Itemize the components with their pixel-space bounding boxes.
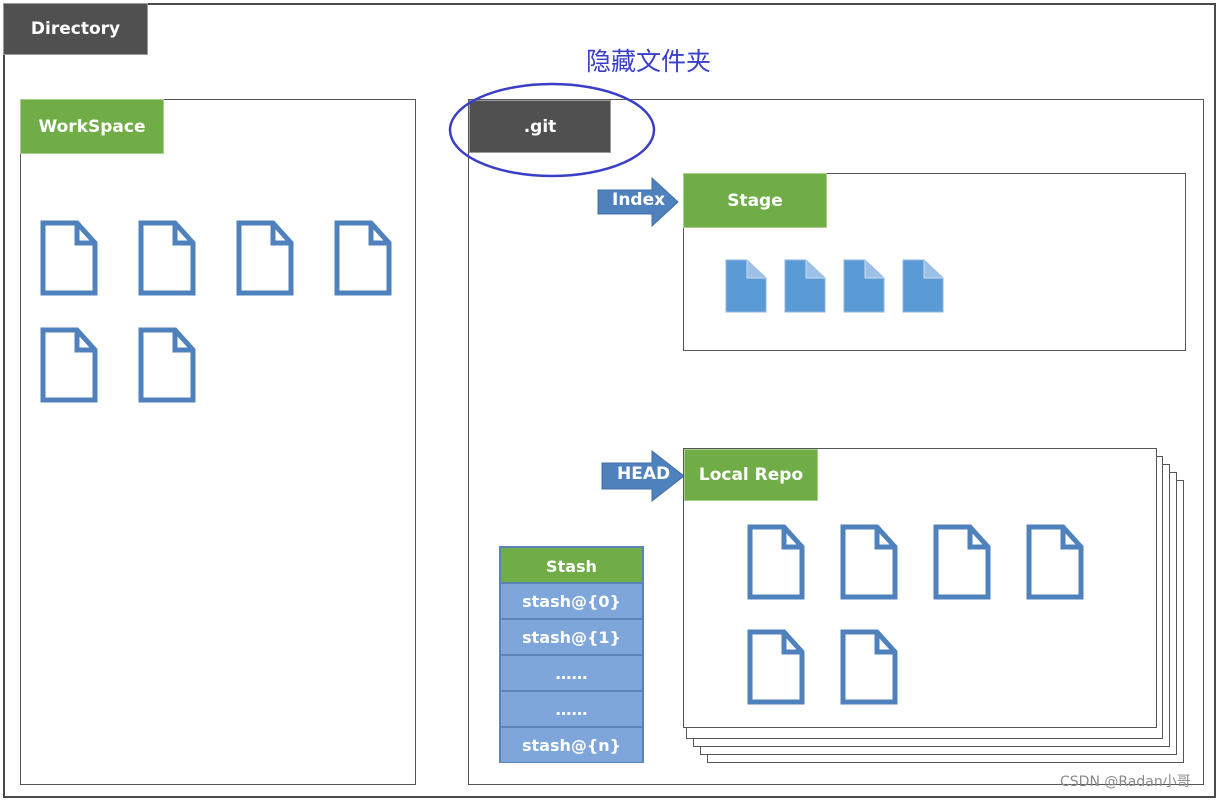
file-icon [334, 220, 392, 296]
file-icon [747, 629, 805, 705]
file-icon [840, 629, 898, 705]
stash-entry-label: stash@{0} [522, 591, 621, 611]
stash-table: Stash stash@{0} stash@{1} …… …… stash@{n… [499, 546, 644, 763]
file-icon [933, 524, 991, 600]
staged-file-icon [843, 259, 885, 313]
local-repo-tab: Local Repo [684, 449, 818, 501]
file-icon [236, 220, 294, 296]
file-icon [40, 220, 98, 296]
file-icon [747, 524, 805, 600]
staged-file-icon [725, 259, 767, 313]
stash-entry: …… [501, 690, 642, 726]
file-icon [840, 524, 898, 600]
stash-entry-label: stash@{1} [522, 627, 621, 647]
stash-entry-label: …… [555, 699, 588, 719]
file-icon [138, 327, 196, 403]
stash-header-label: Stash [546, 556, 597, 576]
staged-file-icon [784, 259, 826, 313]
watermark: CSDN @Radan小哥 [1060, 774, 1191, 790]
stash-entry-label: …… [555, 663, 588, 683]
file-icon [138, 220, 196, 296]
stash-entry: stash@{n} [501, 726, 642, 762]
head-pointer-label: HEAD [617, 464, 671, 484]
stash-entry: stash@{1} [501, 618, 642, 654]
stash-entry: stash@{0} [501, 582, 642, 618]
stash-entry-label: stash@{n} [521, 735, 622, 755]
local-repo-label: Local Repo [698, 465, 804, 485]
index-pointer-label: Index [612, 190, 666, 210]
staged-file-icon [902, 259, 944, 313]
file-icon [40, 327, 98, 403]
stash-header: Stash [501, 548, 642, 584]
file-icon [1026, 524, 1084, 600]
stage-tab: Stage [683, 173, 827, 228]
stash-entry: …… [501, 654, 642, 690]
stage-label: Stage [727, 190, 783, 211]
